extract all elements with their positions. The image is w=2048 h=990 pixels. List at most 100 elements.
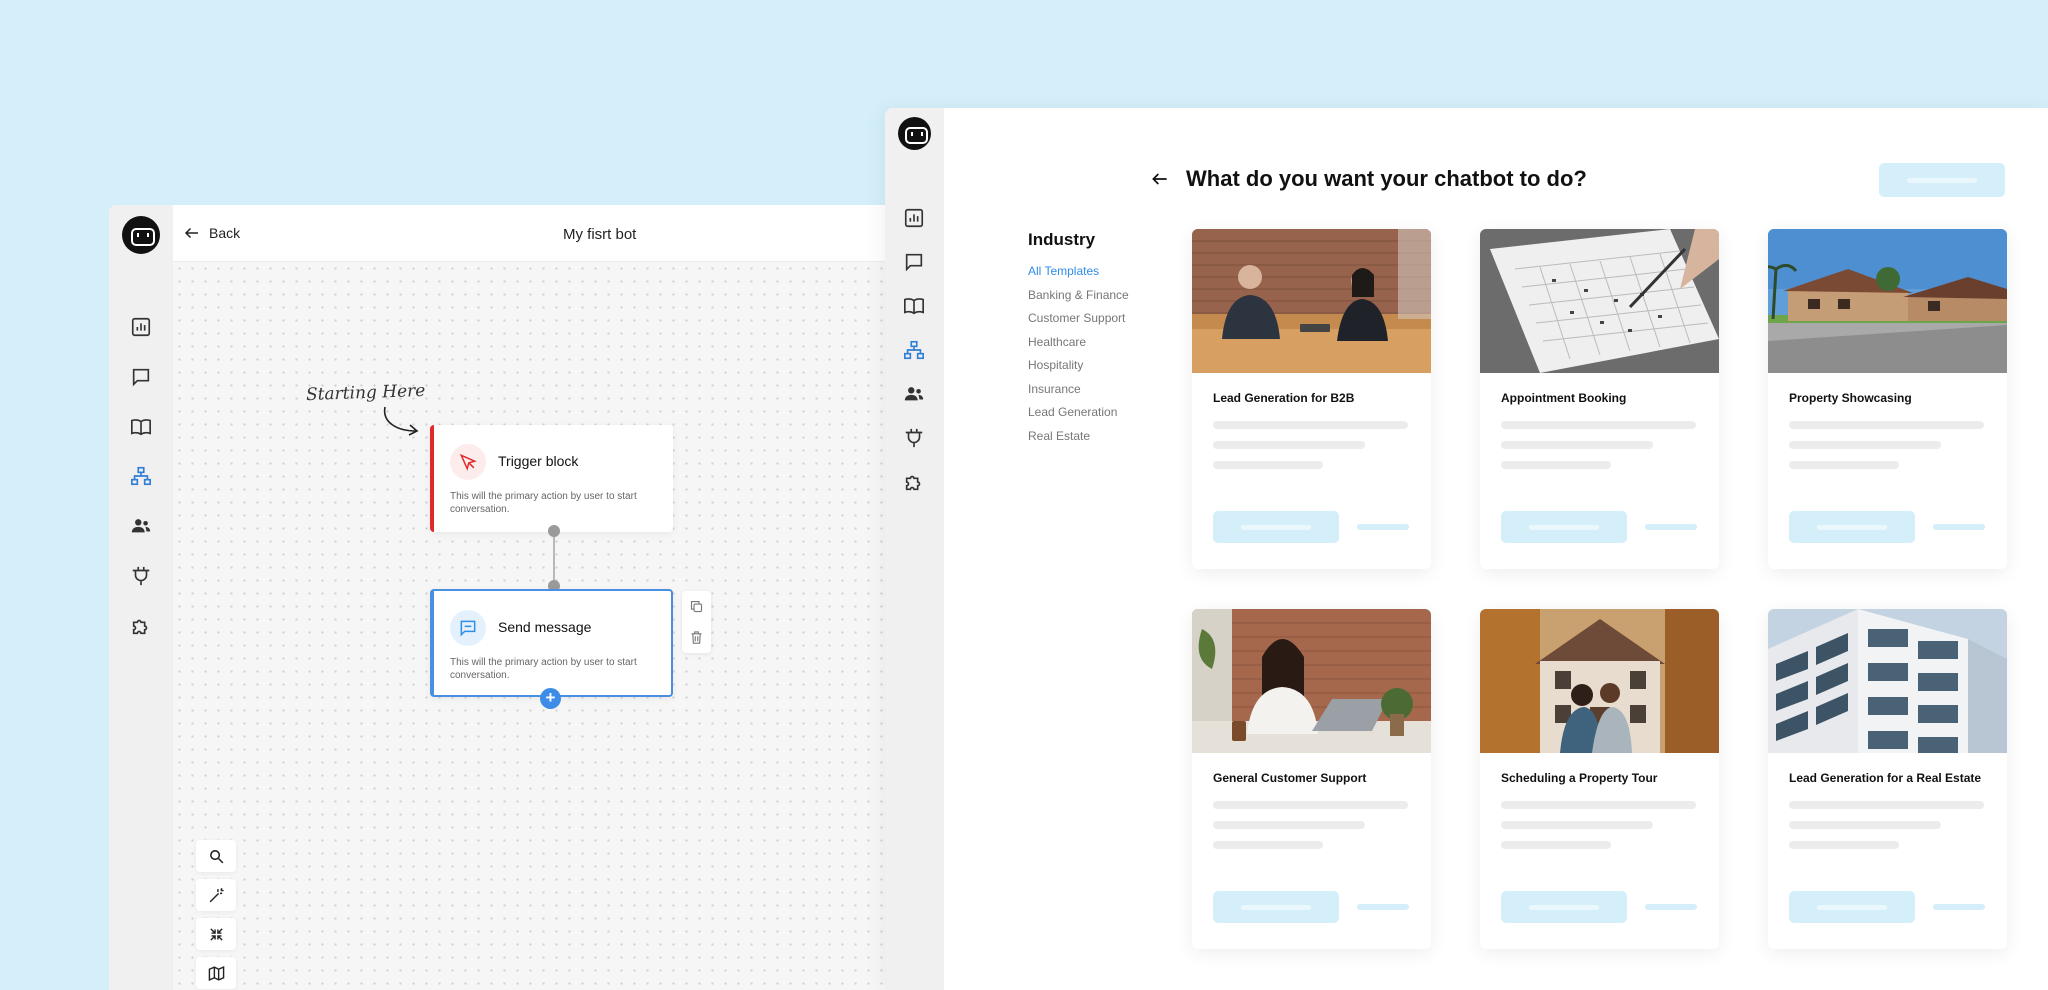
placeholder-line	[1789, 421, 1984, 429]
preview-link[interactable]	[1645, 524, 1697, 530]
chat-icon[interactable]	[129, 365, 153, 389]
placeholder-line	[1789, 801, 1984, 809]
use-template-button[interactable]	[1213, 511, 1339, 543]
template-card[interactable]: Lead Generation for B2B	[1192, 229, 1431, 569]
page-title: What do you want your chatbot to do?	[1186, 166, 1587, 191]
preview-link[interactable]	[1933, 904, 1985, 910]
placeholder-line	[1501, 461, 1611, 469]
placeholder-line	[1501, 801, 1696, 809]
industry-item-customer-support[interactable]: Customer Support	[1028, 311, 1129, 335]
plug-icon[interactable]	[902, 426, 926, 450]
template-card-title: Lead Generation for B2B	[1213, 391, 1355, 405]
users-icon[interactable]	[129, 514, 153, 538]
template-card[interactable]: Scheduling a Property Tour	[1480, 609, 1719, 949]
template-card[interactable]: Appointment Booking	[1480, 229, 1719, 569]
placeholder-line	[1789, 461, 1899, 469]
collapse-icon[interactable]	[196, 918, 236, 950]
use-template-button[interactable]	[1501, 891, 1627, 923]
template-card-title: Property Showcasing	[1789, 391, 1912, 405]
puzzle-icon[interactable]	[129, 614, 153, 638]
template-card[interactable]: Property Showcasing	[1768, 229, 2007, 569]
analytics-icon[interactable]	[902, 206, 926, 230]
plug-icon[interactable]	[129, 564, 153, 588]
book-icon[interactable]	[129, 415, 153, 439]
woman-laptop-image	[1192, 609, 1431, 753]
template-card-title: Appointment Booking	[1501, 391, 1627, 405]
flow-icon[interactable]	[129, 464, 153, 488]
industry-item-all-templates[interactable]: All Templates	[1028, 264, 1129, 288]
industry-item-lead-generation[interactable]: Lead Generation	[1028, 405, 1129, 429]
industry-item-hospitality[interactable]: Hospitality	[1028, 358, 1129, 382]
couple-house-image	[1480, 609, 1719, 753]
right-sidebar	[885, 108, 944, 990]
magic-wand-icon[interactable]	[196, 879, 236, 911]
chat-icon[interactable]	[902, 250, 926, 274]
template-card-title: Lead Generation for a Real Estate	[1789, 771, 1982, 785]
bot-logo-icon[interactable]	[898, 117, 931, 150]
trigger-title: Trigger block	[498, 453, 579, 469]
canvas-tools	[196, 840, 236, 990]
analytics-icon[interactable]	[129, 315, 153, 339]
bot-logo-icon[interactable]	[122, 216, 160, 254]
industry-item-insurance[interactable]: Insurance	[1028, 382, 1129, 406]
placeholder-line	[1789, 441, 1941, 449]
houses-street-image	[1768, 229, 2007, 373]
add-block-button[interactable]: +	[540, 688, 561, 709]
industry-heading: Industry	[1028, 230, 1096, 249]
users-icon[interactable]	[902, 382, 926, 406]
template-card[interactable]: Lead Generation for a Real Estate	[1768, 609, 2007, 949]
industry-item-real-estate[interactable]: Real Estate	[1028, 429, 1129, 453]
apartment-building-image	[1768, 609, 2007, 753]
placeholder-line	[1501, 841, 1611, 849]
placeholder-line	[1213, 441, 1365, 449]
templates-window: What do you want your chatbot to do? Ind…	[885, 108, 2048, 990]
industry-item-healthcare[interactable]: Healthcare	[1028, 335, 1129, 359]
template-card[interactable]: General Customer Support	[1192, 609, 1431, 949]
send-message-description: This will the primary action by user to …	[450, 657, 637, 681]
use-template-button[interactable]	[1501, 511, 1627, 543]
trash-icon[interactable]	[682, 622, 711, 653]
preview-link[interactable]	[1357, 524, 1409, 530]
preview-link[interactable]	[1645, 904, 1697, 910]
industry-item-banking[interactable]: Banking & Finance	[1028, 288, 1129, 312]
trigger-block[interactable]: Trigger block This will the primary acti…	[430, 425, 673, 532]
start-note: Starting Here	[305, 380, 426, 406]
back-button[interactable]: Back	[183, 224, 240, 242]
message-icon	[450, 610, 486, 646]
send-message-title: Send message	[498, 619, 592, 635]
placeholder-line	[1501, 421, 1696, 429]
connector-dot-top[interactable]	[548, 525, 560, 537]
page-header: What do you want your chatbot to do?	[1150, 166, 1587, 192]
block-actions	[682, 591, 711, 653]
office-meeting-image	[1192, 229, 1431, 373]
book-icon[interactable]	[902, 294, 926, 318]
preview-link[interactable]	[1357, 904, 1409, 910]
puzzle-icon[interactable]	[902, 470, 926, 494]
builder-topbar: Back My fisrt bot	[173, 205, 889, 262]
curved-arrow-icon	[383, 406, 419, 436]
placeholder-line	[1501, 821, 1653, 829]
arrow-left-icon	[184, 227, 198, 239]
trigger-description: This will the primary action by user to …	[450, 491, 637, 515]
cursor-icon	[450, 444, 486, 480]
use-template-button[interactable]	[1213, 891, 1339, 923]
left-sidebar	[109, 205, 173, 990]
header-action-button[interactable]	[1879, 163, 2005, 197]
flow-icon[interactable]	[902, 338, 926, 362]
placeholder-line	[1213, 421, 1408, 429]
industry-filter: Industry All Templates Banking & Finance…	[1028, 230, 1129, 452]
calendar-image	[1480, 229, 1719, 373]
arrow-left-icon[interactable]	[1150, 169, 1170, 189]
map-icon[interactable]	[196, 957, 236, 989]
placeholder-line	[1789, 841, 1899, 849]
use-template-button[interactable]	[1789, 891, 1915, 923]
placeholder-line	[1213, 801, 1408, 809]
template-card-title: Scheduling a Property Tour	[1501, 771, 1658, 785]
send-message-block[interactable]: Send message This will the primary actio…	[430, 589, 673, 697]
placeholder-line	[1213, 841, 1323, 849]
block-connector	[553, 532, 555, 586]
search-icon[interactable]	[196, 840, 236, 872]
preview-link[interactable]	[1933, 524, 1985, 530]
copy-icon[interactable]	[682, 591, 711, 622]
use-template-button[interactable]	[1789, 511, 1915, 543]
